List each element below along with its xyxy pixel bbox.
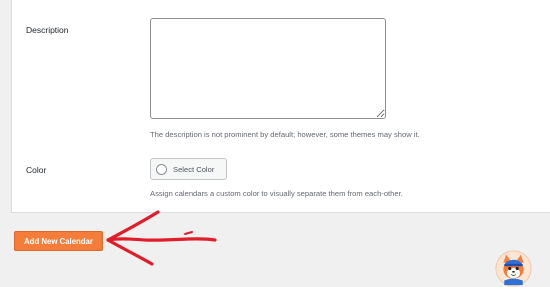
description-label: Description xyxy=(26,25,69,35)
calendar-form-card: Description The description is not promi… xyxy=(11,0,550,213)
color-help-text: Assign calendars a custom color to visua… xyxy=(150,189,403,198)
mascot-icon xyxy=(495,250,532,287)
select-color-label: Select Color xyxy=(173,164,215,174)
color-label: Color xyxy=(26,165,47,175)
color-swatch-icon xyxy=(156,163,167,175)
page: Description The description is not promi… xyxy=(0,0,550,287)
select-color-button[interactable]: Select Color xyxy=(150,158,227,180)
description-textarea[interactable] xyxy=(150,18,386,119)
arrow-annotation-icon xyxy=(106,210,217,266)
add-new-calendar-button[interactable]: Add New Calendar xyxy=(14,231,103,251)
description-help-text: The description is not prominent by defa… xyxy=(150,130,420,139)
